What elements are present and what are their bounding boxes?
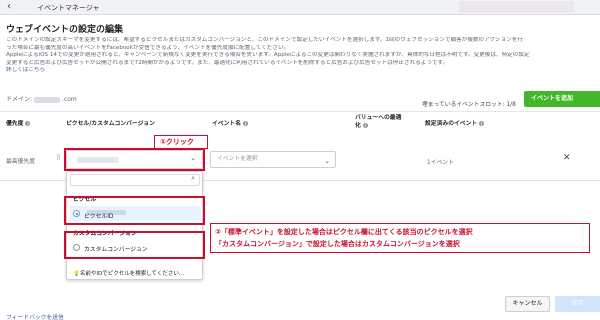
search-hint: 💡名前やIDでピクセルを検索してください... xyxy=(73,269,184,277)
header-pixel: ピクセル/カスタムコンバージョン xyxy=(66,118,155,127)
domain-prefix: ドメイン: xyxy=(6,96,33,103)
pixel-search-input[interactable]: ⌕ xyxy=(70,174,200,186)
domain-suffix: .com xyxy=(62,96,77,103)
event-select-placeholder: イベントを選択 xyxy=(217,156,258,162)
step2-line2: 「カスタムコンバージョン」で設定した場合はカスタムコンバージョンを選択 xyxy=(215,240,460,248)
domain-redacted xyxy=(34,96,61,103)
header-priority: 優先度 i xyxy=(6,118,31,127)
description-line: 変更すると広告および広告セットが公開されるまで72時間かかるようです。また、最適… xyxy=(6,59,449,66)
add-event-button[interactable]: イベントを追加 xyxy=(524,91,600,107)
drag-handle-icon[interactable]: ⠿ xyxy=(56,154,61,162)
app-title: イベントマネージャ xyxy=(37,4,100,12)
feedback-link[interactable]: フィードバックを送信 xyxy=(6,312,64,320)
header-pixel-label: ピクセル/カスタムコンバージョン xyxy=(66,121,155,127)
header-value-label-2: 化 xyxy=(355,123,361,129)
description-line: AppleによるiOS 14での変更が適用されると、キャンペーンで新規なく変更を… xyxy=(6,52,530,59)
row-priority: 最高優先度 xyxy=(6,159,35,165)
save-button[interactable]: 保存 xyxy=(555,296,600,312)
account-selector[interactable] xyxy=(459,1,574,13)
header-event-name: イベント名 i xyxy=(212,118,248,127)
pixel-dropdown: ⌕ ピクセル ピクセルID カスタムコンバージョン カスタムコンバージョン 💡名… xyxy=(66,171,203,280)
page-description: このドメインの設定スキーマを変更するには、希望するピクセルまたはカスタムコンバー… xyxy=(6,37,596,75)
header-configured-events: 設定済みのイベント i xyxy=(425,118,485,127)
configured-events-count: 1イベント xyxy=(427,160,454,166)
page-title: ウェブイベントの設定の編集 xyxy=(6,25,124,35)
header-priority-label: 優先度 xyxy=(6,121,24,127)
learn-more-link[interactable]: 詳しくはこちら xyxy=(6,67,45,73)
highlight-pixel-option xyxy=(64,196,205,225)
close-icon[interactable]: ✕ xyxy=(563,153,571,163)
domain-label: ドメイン: .com xyxy=(6,94,77,103)
step1-callout: ①クリック xyxy=(154,135,208,149)
highlight-custom-option xyxy=(64,231,205,259)
event-slots-counter: 埋まっているイベントスロット: 1/8 xyxy=(422,102,516,108)
top-bar: ‹ イベントマネージャ xyxy=(0,0,600,15)
step2-callout: ②「標準イベント」を設定した場合はピクセル欄に出てくる該当のピクセルを選択 「カ… xyxy=(210,223,590,253)
info-icon[interactable]: i xyxy=(479,121,485,126)
info-icon[interactable]: i xyxy=(25,121,31,126)
description-line: このドメインの設定スキーマを変更するには、希望するピクセルまたはカスタムコンバー… xyxy=(6,37,524,43)
step2-line1: ②「標準イベント」を設定した場合はピクセル欄に出てくる該当のピクセルを選択 xyxy=(215,228,473,236)
chevron-down-icon: ⌄ xyxy=(324,157,330,165)
info-icon[interactable]: i xyxy=(243,121,248,126)
search-hint-text: 名前やIDでピクセルを検索してください... xyxy=(79,271,185,277)
header-event-name-label: イベント名 xyxy=(212,121,241,127)
back-arrow-icon[interactable]: ‹ xyxy=(7,1,11,12)
cancel-button[interactable]: キャンセル xyxy=(505,296,550,312)
divider xyxy=(0,111,600,112)
event-select[interactable]: イベントを選択 ⌄ xyxy=(210,151,336,168)
info-icon[interactable]: i xyxy=(362,123,368,128)
search-icon: ⌕ xyxy=(191,174,195,182)
lightbulb-icon: 💡 xyxy=(73,271,80,277)
header-value-label-1: バリューへの最適 xyxy=(355,115,402,121)
description-line: った場合に最も優先度の高いイベントをFacebookが受信できるよう、イベントを… xyxy=(6,44,290,51)
header-value-optimization: バリューへの最適 化i xyxy=(355,114,401,130)
highlight-pixel-select xyxy=(64,148,205,171)
header-configured-label: 設定済みのイベント xyxy=(425,121,478,127)
